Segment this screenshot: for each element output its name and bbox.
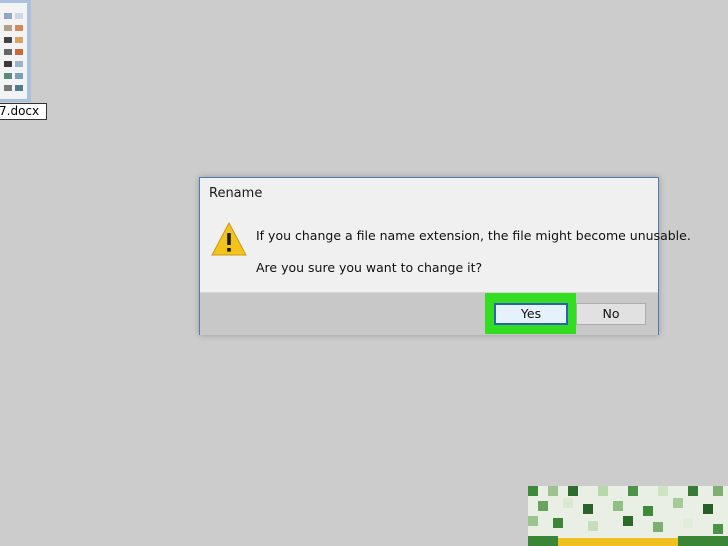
desktop-file-icon[interactable]: 7.docx <box>0 0 50 122</box>
yes-button[interactable]: Yes <box>494 303 568 325</box>
warning-icon <box>211 222 247 256</box>
dialog-message-warning: If you change a file name extension, the… <box>256 228 691 243</box>
corner-decorative-image <box>528 486 728 546</box>
file-thumbnail <box>0 3 27 99</box>
dialog-message-question: Are you sure you want to change it? <box>256 260 483 275</box>
dialog-button-bar: Yes No <box>200 292 658 335</box>
no-button[interactable]: No <box>576 303 646 325</box>
dialog-title: Rename <box>209 186 263 201</box>
file-name-edit-box[interactable]: 7.docx <box>0 103 47 120</box>
rename-dialog: Rename If you change a file name extensi… <box>199 177 691 335</box>
file-thumbnail-frame <box>0 0 31 102</box>
desktop: 7.docx Rename If you change a file name … <box>0 0 728 546</box>
